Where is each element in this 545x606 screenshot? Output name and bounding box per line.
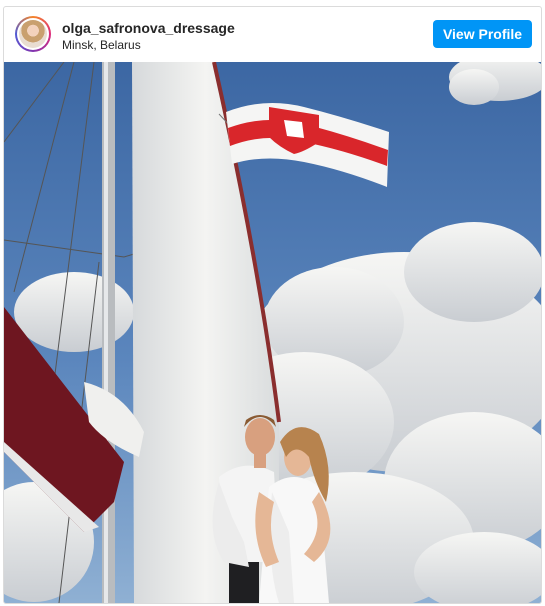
post-photo[interactable] [4, 62, 541, 603]
avatar-photo [19, 20, 47, 48]
post-card: olga_safronova_dressage Minsk, Belarus V… [3, 6, 542, 604]
sailboat-couple-photo [4, 62, 541, 603]
view-profile-button[interactable]: View Profile [433, 20, 532, 48]
mast [102, 62, 115, 603]
post-header: olga_safronova_dressage Minsk, Belarus V… [4, 7, 541, 61]
avatar[interactable] [15, 16, 51, 52]
username-link[interactable]: olga_safronova_dressage [62, 20, 235, 36]
location-link[interactable]: Minsk, Belarus [62, 38, 141, 52]
